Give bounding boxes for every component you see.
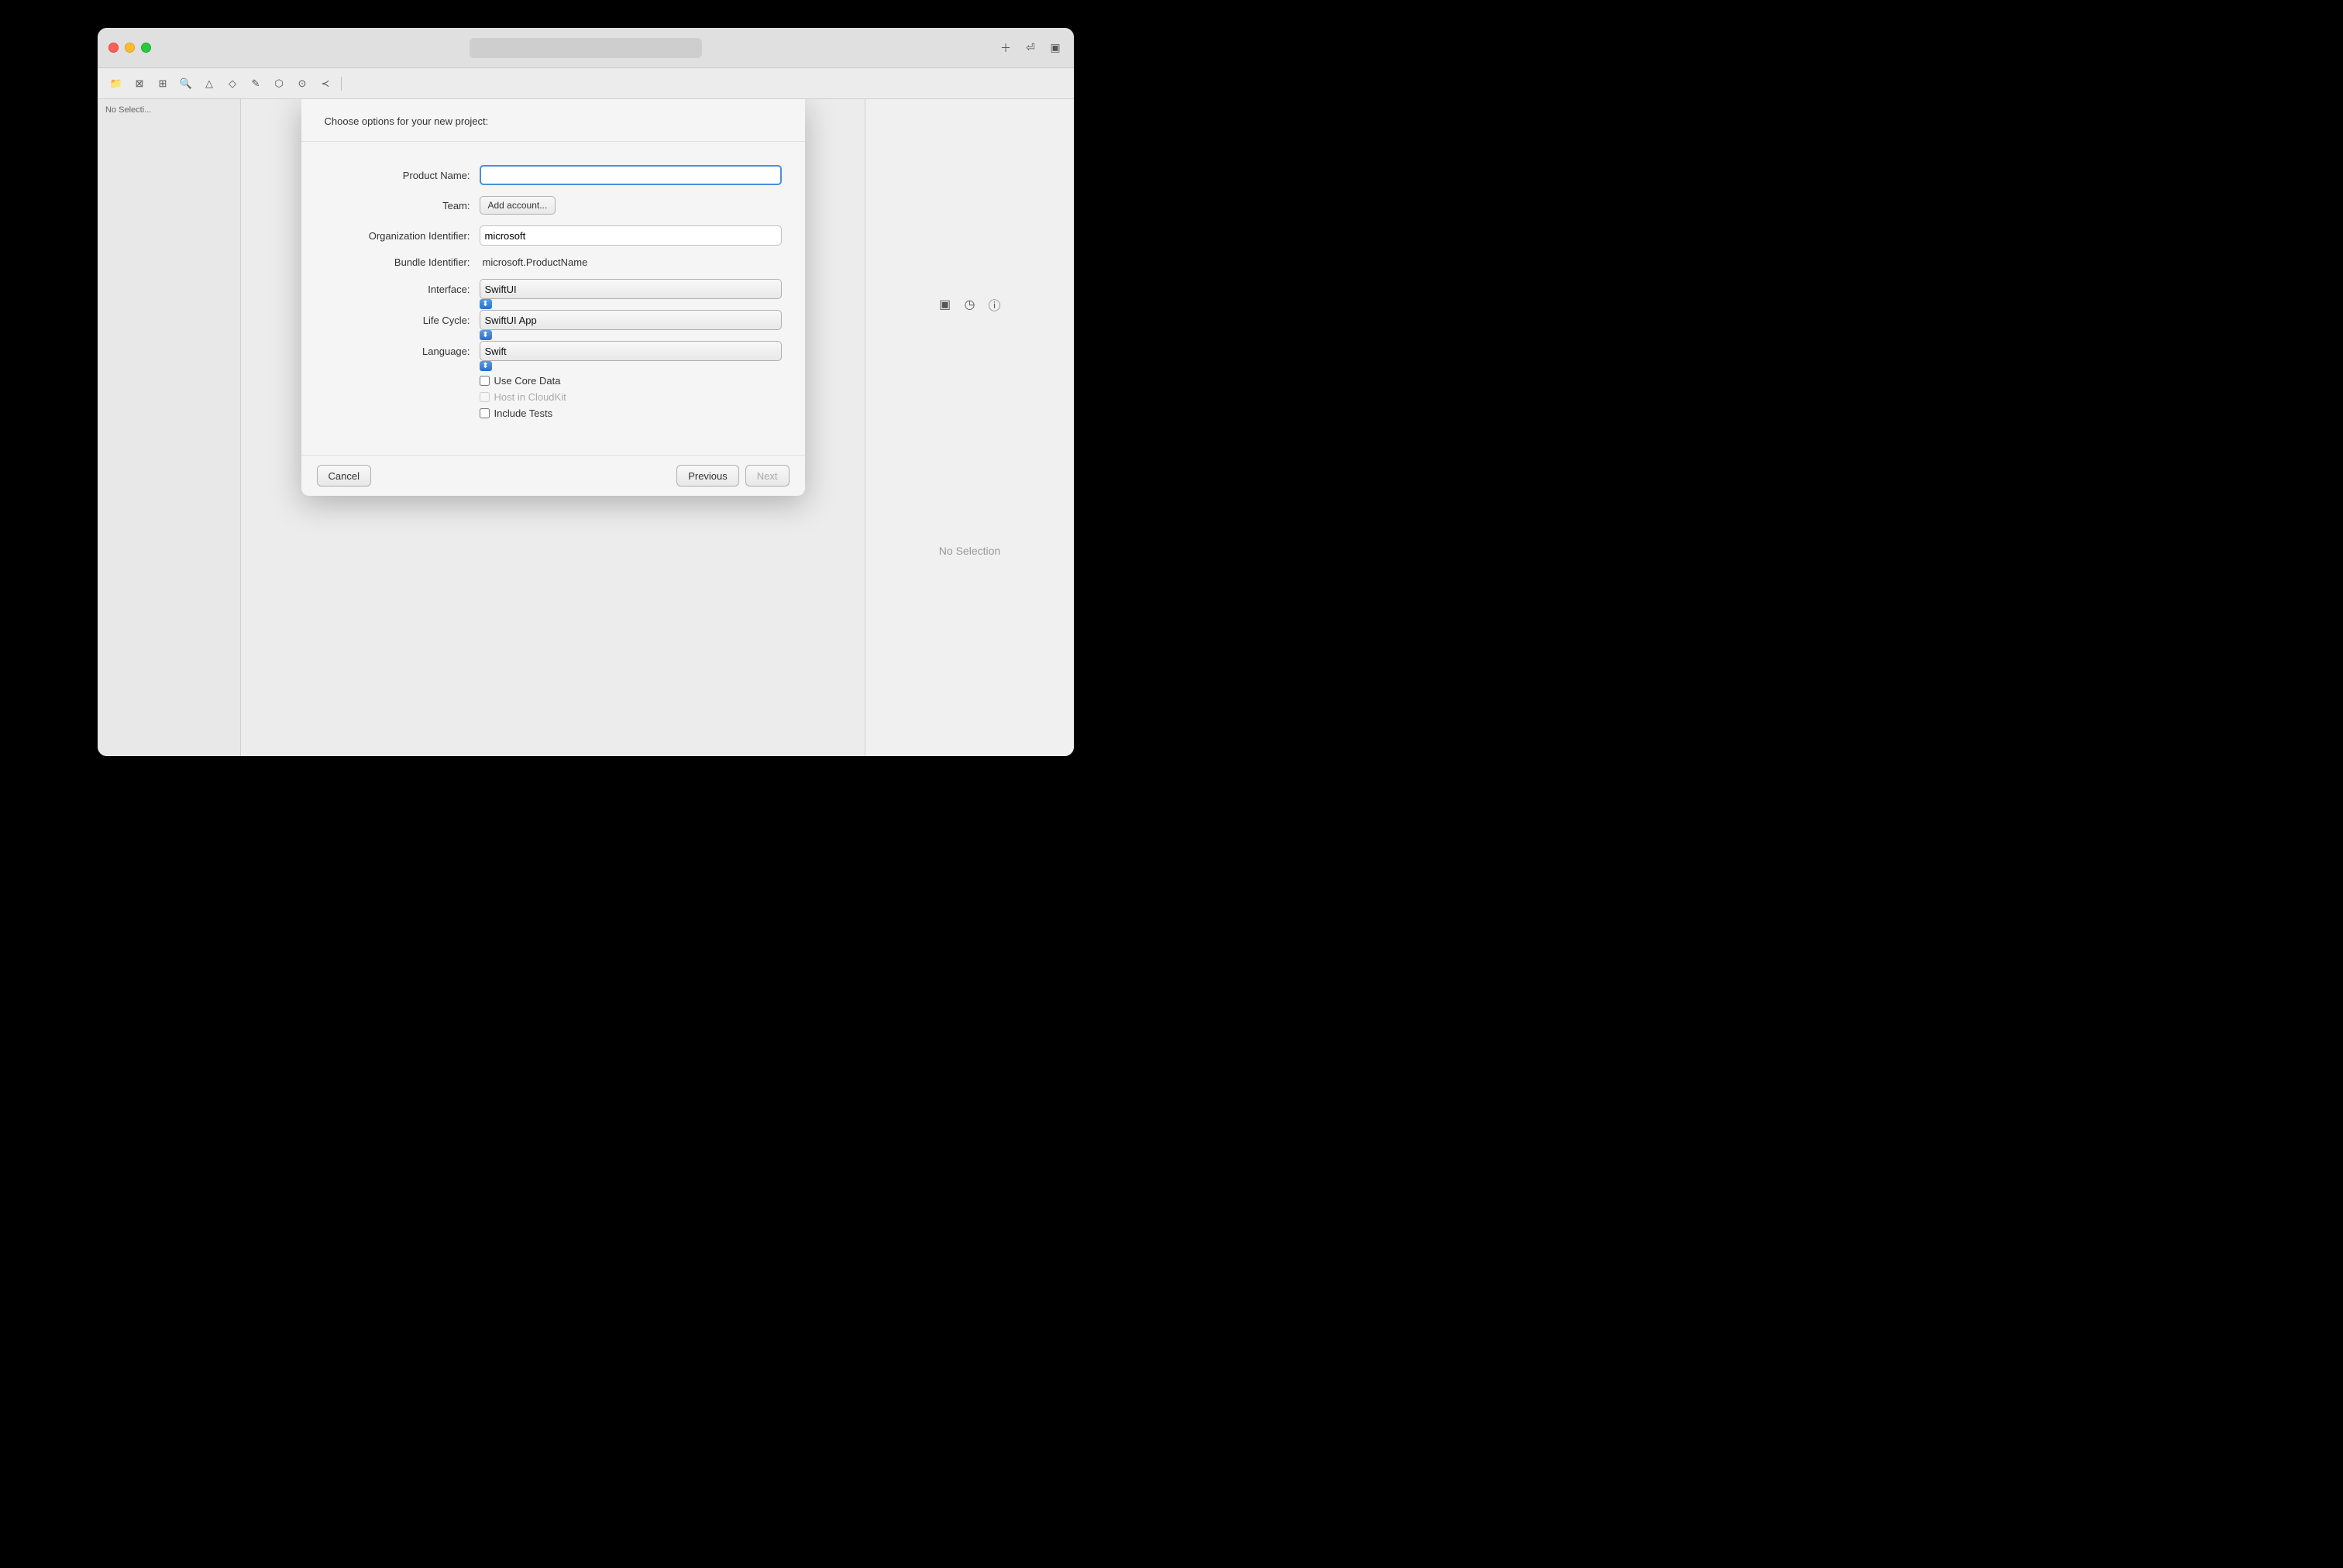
sheet-title: Choose options for your new project: bbox=[325, 115, 489, 127]
host-cloudkit-row: Host in CloudKit bbox=[480, 391, 782, 403]
enter-icon[interactable]: ⏎ bbox=[1023, 40, 1038, 56]
lifecycle-select-wrapper: SwiftUI App UIKit App Delegate ⬍ bbox=[480, 310, 782, 330]
interface-row: Interface: SwiftUI Storyboard ⬍ bbox=[325, 279, 782, 299]
language-select[interactable]: Swift Objective-C bbox=[480, 341, 782, 361]
product-name-row: Product Name: bbox=[325, 165, 782, 185]
use-core-data-row: Use Core Data bbox=[480, 375, 782, 387]
sidebar: No Selecti... bbox=[98, 99, 241, 756]
bundle-identifier-value: microsoft.ProductName bbox=[480, 256, 782, 268]
interface-select[interactable]: SwiftUI Storyboard bbox=[480, 279, 782, 299]
sidebar-no-selection: No Selecti... bbox=[98, 99, 240, 121]
maximize-button[interactable] bbox=[141, 43, 151, 53]
language-row: Language: Swift Objective-C ⬍ bbox=[325, 341, 782, 361]
interface-select-wrapper: SwiftUI Storyboard ⬍ bbox=[480, 279, 782, 299]
separator bbox=[341, 77, 342, 91]
search-icon[interactable]: 🔍 bbox=[177, 74, 195, 93]
edit-icon[interactable]: ✎ bbox=[246, 74, 265, 93]
titlebar: ＋ ⏎ ▣ bbox=[98, 28, 1074, 68]
lifecycle-row: Life Cycle: SwiftUI App UIKit App Delega… bbox=[325, 310, 782, 330]
use-core-data-label: Use Core Data bbox=[494, 375, 561, 387]
include-tests-row: Include Tests bbox=[480, 407, 782, 419]
language-stepper[interactable]: ⬍ bbox=[480, 361, 492, 371]
product-name-input[interactable] bbox=[480, 165, 782, 185]
org-identifier-row: Organization Identifier: bbox=[325, 225, 782, 246]
org-identifier-input[interactable] bbox=[480, 225, 782, 246]
interface-label: Interface: bbox=[325, 284, 480, 295]
checkboxes-area: Use Core Data Host in CloudKit Include T… bbox=[480, 372, 782, 419]
panel-icon[interactable]: ▣ bbox=[1048, 40, 1063, 56]
main-window: ＋ ⏎ ▣ 📁 ⊠ ⊞ 🔍 △ ◇ ✎ ⬡ ⊙ ≺ No Selecti... bbox=[98, 28, 1074, 756]
grid-icon[interactable]: ⊞ bbox=[153, 74, 172, 93]
team-row: Team: Add account... bbox=[325, 196, 782, 215]
right-panel-icon-3[interactable]: ⓘ bbox=[987, 297, 1003, 312]
close-button[interactable] bbox=[108, 43, 119, 53]
include-tests-checkbox[interactable] bbox=[480, 408, 490, 418]
right-panel: ▣ ◷ ⓘ No Selection bbox=[865, 99, 1074, 756]
previous-button[interactable]: Previous bbox=[676, 465, 739, 487]
product-name-label: Product Name: bbox=[325, 170, 480, 181]
cancel-button[interactable]: Cancel bbox=[317, 465, 371, 487]
sheet-footer: Cancel Previous Next bbox=[301, 455, 805, 496]
right-panel-no-selection: No Selection bbox=[939, 545, 1000, 557]
bundle-identifier-label: Bundle Identifier: bbox=[325, 256, 480, 268]
lifecycle-label: Life Cycle: bbox=[325, 315, 480, 326]
lifecycle-stepper[interactable]: ⬍ bbox=[480, 330, 492, 340]
traffic-lights bbox=[108, 43, 151, 53]
circle-icon[interactable]: ⊙ bbox=[293, 74, 311, 93]
right-panel-icon-1[interactable]: ▣ bbox=[938, 297, 953, 312]
interface-stepper[interactable]: ⬍ bbox=[480, 299, 492, 309]
org-identifier-label: Organization Identifier: bbox=[325, 230, 480, 242]
lifecycle-select[interactable]: SwiftUI App UIKit App Delegate bbox=[480, 310, 782, 330]
next-button[interactable]: Next bbox=[745, 465, 790, 487]
host-cloudkit-checkbox[interactable] bbox=[480, 392, 490, 402]
language-select-wrapper: Swift Objective-C ⬍ bbox=[480, 341, 782, 361]
host-cloudkit-label: Host in CloudKit bbox=[494, 391, 566, 403]
language-label: Language: bbox=[325, 346, 480, 357]
team-label: Team: bbox=[325, 200, 480, 211]
new-project-sheet: Choose options for your new project: Pro… bbox=[301, 99, 805, 496]
add-icon[interactable]: ＋ bbox=[998, 40, 1013, 56]
main-content: No Selecti... Choose options for your ne… bbox=[98, 99, 1074, 756]
minimize-button[interactable] bbox=[125, 43, 135, 53]
source-icon[interactable]: ⊠ bbox=[130, 74, 149, 93]
chevron-left-icon[interactable]: ≺ bbox=[316, 74, 335, 93]
folder-icon[interactable]: 📁 bbox=[107, 74, 126, 93]
sheet-body: Product Name: Team: Add account... bbox=[301, 142, 805, 455]
right-panel-icon-2[interactable]: ◷ bbox=[962, 297, 978, 312]
add-account-button[interactable]: Add account... bbox=[480, 196, 556, 215]
use-core-data-checkbox[interactable] bbox=[480, 376, 490, 386]
sheet-header: Choose options for your new project: bbox=[301, 99, 805, 142]
bundle-identifier-row: Bundle Identifier: microsoft.ProductName bbox=[325, 256, 782, 268]
warning-icon[interactable]: △ bbox=[200, 74, 218, 93]
search-input[interactable] bbox=[470, 38, 702, 58]
sheet-overlay: Choose options for your new project: Pro… bbox=[241, 99, 865, 756]
titlebar-icons: ＋ ⏎ ▣ bbox=[998, 40, 1063, 56]
hex-icon[interactable]: ⬡ bbox=[270, 74, 288, 93]
include-tests-label: Include Tests bbox=[494, 407, 553, 419]
shape-icon[interactable]: ◇ bbox=[223, 74, 242, 93]
toolbar: 📁 ⊠ ⊞ 🔍 △ ◇ ✎ ⬡ ⊙ ≺ bbox=[98, 68, 1074, 99]
editor-area: Choose options for your new project: Pro… bbox=[241, 99, 865, 756]
